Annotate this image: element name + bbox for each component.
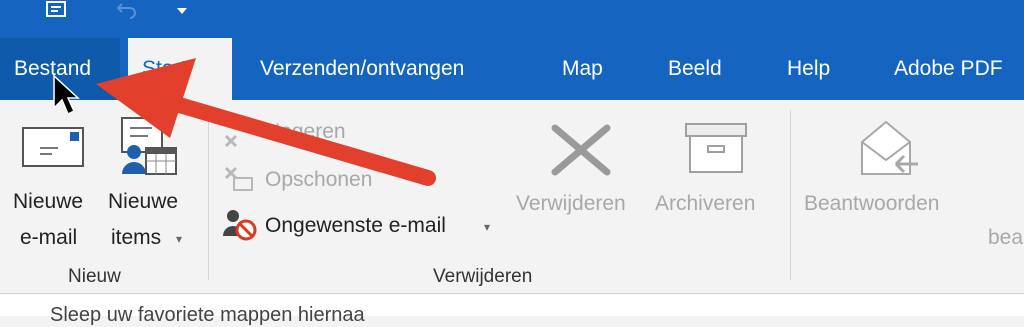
envelope-icon: [22, 124, 84, 172]
reply-label: Beantwoorden: [804, 192, 940, 215]
archive-box-icon: [684, 122, 748, 178]
junk-email-icon: [222, 208, 258, 246]
title-bar: [0, 0, 1024, 38]
tab-beeld[interactable]: Beeld: [654, 38, 736, 100]
new-items-label-line2: items: [111, 226, 162, 249]
archive-label: Archiveren: [655, 192, 756, 215]
new-items-icon: [118, 116, 180, 182]
new-email-label-line1: Nieuwe: [13, 190, 84, 213]
customize-qat-chevron-icon[interactable]: [176, 0, 188, 20]
group-separator: [790, 110, 791, 280]
group-label-verwijderen: Verwijderen: [433, 266, 533, 287]
new-items-label-line1: Nieuwe: [108, 190, 179, 213]
undo-icon[interactable]: [116, 0, 138, 23]
cleanup-label: Opschonen: [265, 168, 373, 191]
group-label-nieuw: Nieuw: [68, 266, 121, 287]
tab-adobe-pdf[interactable]: Adobe PDF: [880, 38, 1017, 100]
reply-all-partial-label: bea: [988, 226, 1024, 249]
ignore-icon: [222, 120, 256, 152]
sync-folder-icon[interactable]: [44, 0, 68, 23]
ignore-label: Negeren: [265, 120, 346, 143]
new-items-caret-icon: ▾: [176, 232, 183, 246]
junk-email-caret-icon: ▾: [484, 220, 491, 234]
new-email-label-line2: e-mail: [20, 226, 78, 249]
cleanup-icon: [222, 164, 256, 196]
tab-start[interactable]: Start: [128, 38, 232, 100]
reply-envelope-icon: [856, 116, 922, 186]
group-separator: [208, 110, 209, 280]
tab-verzenden-ontvangen[interactable]: Verzenden/ontvangen: [246, 38, 478, 100]
tab-map[interactable]: Map: [548, 38, 617, 100]
delete-label: Verwijderen: [516, 192, 626, 215]
ribbon-tab-bar: Bestand Start Verzenden/ontvangen Map Be…: [0, 38, 1024, 100]
tab-help[interactable]: Help: [773, 38, 844, 100]
tab-bestand[interactable]: Bestand: [0, 38, 120, 100]
delete-x-icon: [549, 122, 613, 182]
junk-email-label: Ongewenste e-mail: [265, 214, 446, 237]
ribbon: Nieuwe e-mail Nieuwe items ▾ Nieuw Neger…: [0, 100, 1024, 292]
favorites-drop-hint: Sleep uw favoriete mappen hiernaa: [50, 304, 365, 326]
folder-pane-header: Sleep uw favoriete mappen hiernaa: [0, 293, 1024, 326]
